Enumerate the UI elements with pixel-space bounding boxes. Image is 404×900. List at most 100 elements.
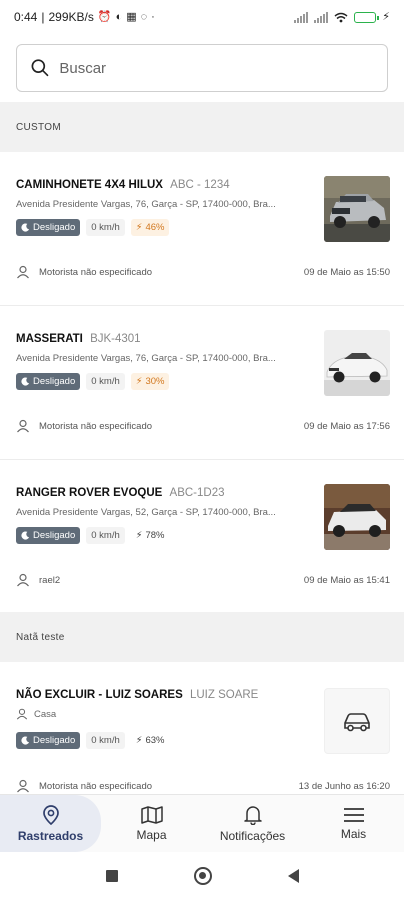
signal-icon bbox=[294, 11, 309, 23]
vehicle-name: RANGER ROVER EVOQUE bbox=[16, 487, 163, 499]
nav-tab-mapa[interactable]: Mapa bbox=[101, 795, 202, 852]
last-update-time: 09 de Maio as 15:50 bbox=[303, 266, 390, 278]
vehicle-card[interactable]: RANGER ROVER EVOQUE ABC-1D23 Avenida Pre… bbox=[0, 460, 404, 612]
status-time: 0:44 bbox=[14, 10, 38, 24]
vehicle-card[interactable]: MASSERATI BJK-4301 Avenida Presidente Va… bbox=[0, 306, 404, 460]
vehicle-name: CAMINHONETE 4X4 HILUX bbox=[16, 179, 163, 191]
vehicle-plate: ABC-1D23 bbox=[169, 487, 225, 499]
status-separator: | bbox=[41, 10, 45, 24]
last-update-time: 09 de Maio as 17:56 bbox=[303, 420, 390, 432]
battery-badge: ⚡ 63% bbox=[131, 732, 170, 749]
alarm-icon: ⏰ bbox=[97, 10, 112, 23]
status-badge: Desligado bbox=[16, 373, 81, 390]
vehicle-name: MASSERATI bbox=[16, 333, 83, 345]
bolt-icon: ⚡ bbox=[135, 735, 143, 746]
person-icon bbox=[17, 419, 29, 433]
status-badge: Desligado bbox=[16, 732, 81, 749]
system-navigation-bar bbox=[0, 852, 404, 900]
battery-value: 63% bbox=[145, 735, 165, 746]
speed-badge: 0 km/h bbox=[86, 732, 125, 749]
charging-icon: ⚡ bbox=[382, 10, 390, 23]
status-label: Desligado bbox=[33, 735, 76, 746]
driver-name: Motorista não especificado bbox=[39, 780, 153, 792]
moon-icon bbox=[21, 736, 30, 745]
battery-value: 46% bbox=[145, 222, 165, 233]
battery-icon bbox=[354, 11, 380, 23]
moon-icon bbox=[21, 531, 30, 540]
battery-badge: ⚡ 46% bbox=[130, 219, 170, 236]
speed-badge: 0 km/h bbox=[86, 527, 125, 544]
person-icon bbox=[17, 573, 29, 587]
battery-value: 30% bbox=[145, 376, 165, 387]
nav-label: Rastreados bbox=[17, 828, 84, 843]
whatsapp-icon: ◌ bbox=[140, 10, 148, 23]
search-bar[interactable] bbox=[16, 44, 388, 92]
status-label: Desligado bbox=[33, 222, 76, 233]
search-input[interactable] bbox=[59, 59, 373, 77]
status-net-speed: 299KB/s bbox=[48, 10, 94, 24]
vehicle-name: NÃO EXCLUIR - LUIZ SOARES bbox=[16, 689, 183, 701]
vehicle-title: NÃO EXCLUIR - LUIZ SOARES LUIZ SOARE bbox=[16, 689, 258, 701]
back-button[interactable] bbox=[287, 869, 299, 883]
recents-button[interactable] bbox=[105, 870, 118, 882]
car-icon bbox=[344, 713, 370, 732]
status-bar: 0:44 | 299KB/s ⏰ ◐ ▦ ◌ · ⚡ bbox=[0, 0, 404, 34]
location-pin-icon bbox=[42, 804, 59, 825]
vehicle-address: Avenida Presidente Vargas, 76, Garça - S… bbox=[16, 353, 276, 364]
battery-badge: ⚡ 78% bbox=[131, 527, 170, 544]
vehicle-card[interactable]: CAMINHONETE 4X4 HILUX ABC - 1234 Avenida… bbox=[0, 152, 404, 306]
bolt-icon: ⚡ bbox=[135, 376, 143, 387]
wifi-icon bbox=[334, 12, 348, 22]
qr-icon: ▦ bbox=[126, 10, 137, 23]
moon-icon bbox=[21, 377, 30, 386]
group-header: CUSTOM bbox=[0, 102, 404, 152]
group-label: CUSTOM bbox=[16, 121, 61, 133]
vehicle-plate: LUIZ SOARE bbox=[189, 689, 259, 701]
status-badge: Desligado bbox=[16, 527, 81, 544]
vehicle-photo-placeholder bbox=[324, 688, 390, 754]
g-icon: ◐ bbox=[115, 10, 123, 23]
person-icon bbox=[17, 265, 29, 279]
bottom-navigation: Rastreados Mapa Notificações Mais bbox=[0, 794, 404, 852]
vehicle-address: Avenida Presidente Vargas, 76, Garça - S… bbox=[16, 199, 276, 210]
battery-value: 78% bbox=[145, 530, 165, 541]
bell-icon bbox=[243, 805, 262, 825]
driver-name: Motorista não especificado bbox=[39, 266, 153, 278]
vehicle-group-line: Casa bbox=[16, 708, 56, 720]
driver-name: rael2 bbox=[39, 574, 61, 586]
nav-tab-notificacoes[interactable]: Notificações bbox=[202, 795, 303, 852]
battery-badge: ⚡ 30% bbox=[130, 373, 170, 390]
signal-icon bbox=[314, 11, 329, 23]
group-header: Natã teste bbox=[0, 612, 404, 662]
bolt-icon: ⚡ bbox=[135, 530, 143, 541]
vehicle-sub-label: Casa bbox=[34, 708, 57, 720]
bolt-icon: ⚡ bbox=[135, 222, 143, 233]
status-label: Desligado bbox=[33, 376, 76, 387]
menu-icon bbox=[343, 807, 364, 822]
moon-icon bbox=[21, 223, 30, 232]
nav-label: Notificações bbox=[219, 828, 286, 843]
vehicle-title: MASSERATI BJK-4301 bbox=[16, 333, 141, 345]
nav-label: Mapa bbox=[136, 827, 167, 842]
last-update-time: 13 de Junho as 16:20 bbox=[298, 780, 390, 792]
vehicle-address: Avenida Presidente Vargas, 52, Garça - S… bbox=[16, 507, 276, 518]
vehicle-plate: ABC - 1234 bbox=[170, 179, 230, 191]
person-icon bbox=[17, 779, 29, 793]
home-button[interactable] bbox=[193, 867, 212, 885]
status-badge: Desligado bbox=[16, 219, 81, 236]
vehicle-card[interactable]: NÃO EXCLUIR - LUIZ SOARES LUIZ SOARE Cas… bbox=[0, 662, 404, 794]
driver-name: Motorista não especificado bbox=[39, 420, 153, 432]
last-update-time: 09 de Maio as 15:41 bbox=[303, 574, 390, 586]
search-icon bbox=[31, 59, 49, 77]
vehicle-title: RANGER ROVER EVOQUE ABC-1D23 bbox=[16, 487, 225, 499]
nav-tab-mais[interactable]: Mais bbox=[303, 795, 404, 852]
nav-label: Mais bbox=[340, 826, 367, 841]
speed-badge: 0 km/h bbox=[86, 373, 125, 390]
vehicle-title: CAMINHONETE 4X4 HILUX ABC - 1234 bbox=[16, 179, 230, 191]
person-icon bbox=[16, 708, 28, 720]
dot-icon: · bbox=[151, 10, 155, 23]
vehicle-photo bbox=[324, 330, 390, 396]
group-label: Natã teste bbox=[16, 631, 65, 643]
vehicle-plate: BJK-4301 bbox=[90, 333, 141, 345]
nav-tab-rastreados[interactable]: Rastreados bbox=[0, 795, 101, 852]
